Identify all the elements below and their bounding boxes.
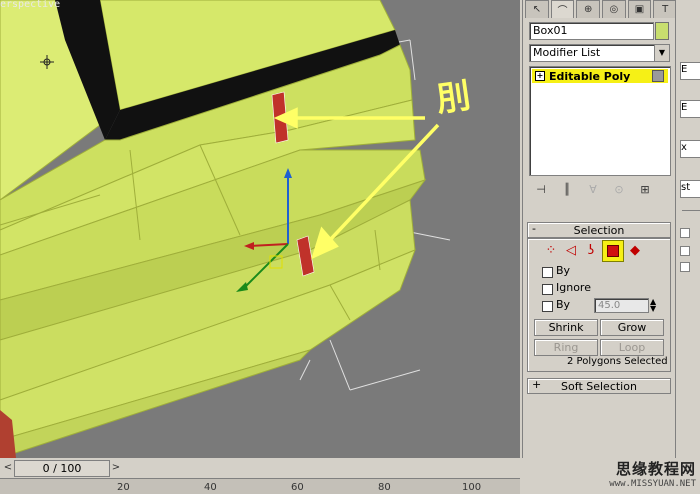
modifier-list-label: Modifier List: [533, 46, 601, 59]
modifier-stack[interactable]: + Editable Poly: [529, 66, 671, 176]
angle-spinner[interactable]: 45.0: [594, 298, 649, 313]
remove-modifier-icon[interactable]: ⊙: [607, 181, 631, 197]
tick-20: 20: [117, 482, 130, 493]
expand-sign: +: [532, 378, 542, 391]
viewport-label[interactable]: erspective: [0, 0, 60, 10]
soft-selection-rollout-header[interactable]: + Soft Selection: [527, 378, 671, 394]
strip-item-2[interactable]: E: [680, 100, 700, 118]
loop-button[interactable]: Loop: [600, 339, 664, 356]
display-icon: ▣: [634, 4, 645, 15]
make-unique-icon[interactable]: ∀: [581, 181, 605, 197]
adjacent-panel-strip: E E x st: [675, 0, 700, 458]
pin-icon[interactable]: ⊣: [529, 181, 553, 197]
tick-60: 60: [291, 482, 304, 493]
stack-item-label: Editable Poly: [549, 69, 631, 83]
create-tab[interactable]: ↖: [525, 0, 549, 18]
selection-status: 2 Polygons Selected: [567, 356, 668, 367]
shrink-button[interactable]: Shrink: [534, 319, 598, 336]
selection-rollout: ⁘ ◁ ʖ ◆ By Ignore By 45.0 ▲ ▼ Shrink Grow…: [527, 238, 671, 372]
perspective-viewport[interactable]: erspective 刖: [0, 0, 520, 458]
vertex-icon[interactable]: ⁘: [542, 241, 560, 259]
tick-40: 40: [204, 482, 217, 493]
object-color-swatch[interactable]: [655, 22, 669, 40]
show-end-result-icon[interactable]: ║: [555, 181, 579, 197]
watermark-url: www.MISSYUAN.NET: [609, 479, 696, 489]
stack-item-editable-poly[interactable]: + Editable Poly: [532, 69, 668, 83]
annotation-text: 刖: [433, 75, 474, 121]
strip-checkbox-2[interactable]: [680, 246, 690, 256]
configure-icon[interactable]: ⊞: [633, 181, 657, 197]
watermark-title: 思缘教程网: [615, 460, 696, 478]
soft-selection-title: Soft Selection: [561, 379, 637, 393]
strip-item-4[interactable]: st: [680, 180, 700, 198]
watermark: 思缘教程网 www.MISSYUAN.NET: [506, 458, 696, 489]
by-angle-checkbox[interactable]: [542, 301, 553, 312]
strip-checkbox-1[interactable]: [680, 228, 690, 238]
ring-button[interactable]: Ring: [534, 339, 598, 356]
by-vertex-checkbox[interactable]: [542, 267, 553, 278]
toggle-modifier-icon[interactable]: [652, 70, 664, 82]
ignore-backfacing-label: Ignore: [556, 281, 591, 294]
selection-rollout-title: Selection: [573, 223, 625, 237]
element-icon[interactable]: ◆: [626, 241, 644, 259]
border-icon[interactable]: ʖ: [582, 241, 600, 259]
utilities-tab[interactable]: T: [653, 0, 678, 18]
strip-item-3[interactable]: x: [680, 140, 700, 158]
stack-toolbar: ⊣ ║ ∀ ⊙ ⊞: [529, 180, 669, 198]
edge-icon[interactable]: ◁: [562, 241, 580, 259]
by-vertex-label: By: [556, 264, 571, 277]
modify-tab[interactable]: ⌒: [550, 0, 575, 18]
next-frame-icon[interactable]: >: [110, 461, 122, 474]
modify-icon: ⌒: [557, 6, 568, 17]
timeline-track[interactable]: [0, 478, 520, 494]
command-panel: ↖ ⌒ ⊕ ◎ ▣ T Box01 Modifier List ▼ + Edit…: [522, 0, 678, 458]
hierarchy-icon: ⊕: [583, 4, 593, 15]
modifier-list-dropdown[interactable]: Modifier List ▼: [529, 44, 670, 62]
grow-button[interactable]: Grow: [600, 319, 664, 336]
tick-100: 100: [462, 482, 482, 493]
timeline: < 0 / 100 > 20 40 60 80 100 思缘教程网 www.MI…: [0, 458, 700, 494]
motion-tab[interactable]: ◎: [602, 0, 626, 18]
strip-checkbox-3[interactable]: [680, 262, 690, 272]
object-name-field[interactable]: Box01: [529, 22, 654, 40]
utilities-icon: T: [662, 4, 669, 15]
display-tab[interactable]: ▣: [627, 0, 652, 18]
expand-icon[interactable]: +: [535, 71, 545, 81]
strip-item-1[interactable]: E: [680, 62, 700, 80]
tick-80: 80: [378, 482, 391, 493]
by-angle-label: By: [556, 298, 571, 311]
chevron-down-icon: ▼: [654, 45, 669, 61]
polygon-icon[interactable]: [602, 240, 624, 262]
motion-icon: ◎: [609, 4, 619, 15]
time-slider[interactable]: 0 / 100: [14, 460, 110, 477]
ignore-backfacing-checkbox[interactable]: [542, 284, 553, 295]
hierarchy-tab[interactable]: ⊕: [576, 0, 601, 18]
prev-frame-icon[interactable]: <: [2, 461, 14, 474]
collapse-sign: -: [532, 222, 536, 235]
selection-rollout-header[interactable]: - Selection: [527, 222, 671, 238]
spinner-arrows-icon[interactable]: ▲ ▼: [650, 298, 656, 313]
create-icon: ↖: [532, 4, 542, 15]
scene-mesh: [0, 0, 451, 458]
command-panel-tabs: ↖ ⌒ ⊕ ◎ ▣ T: [523, 0, 678, 18]
strip-divider: [682, 210, 700, 211]
